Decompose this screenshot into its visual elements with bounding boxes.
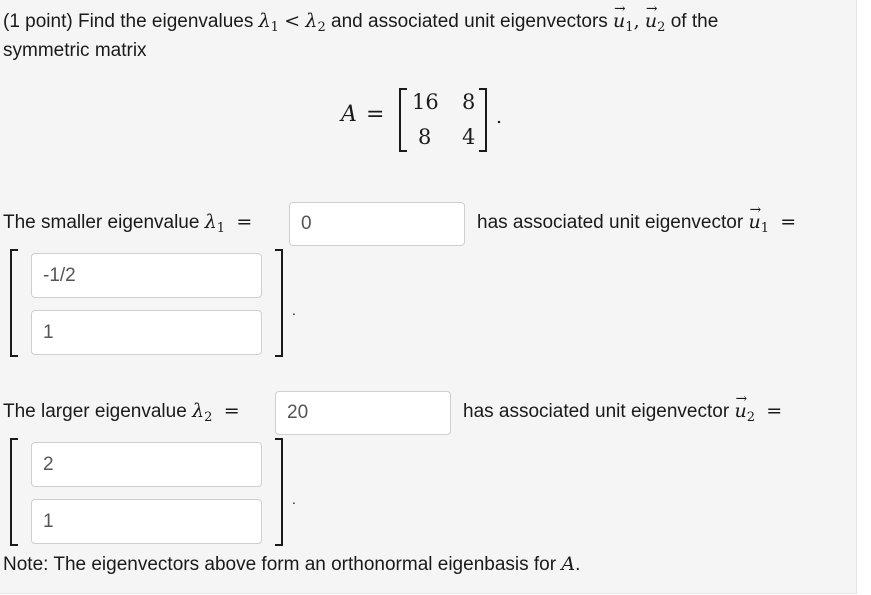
lambda1-symbol: λ1 [258,10,279,35]
vector1-component-2-input[interactable]: 1 [31,310,262,355]
u2-vector-symbol: u2 [645,0,666,35]
u1-vector-symbol: u1 [748,199,769,236]
matrix-equals: = [366,102,385,127]
vector2-right-bracket [275,438,283,546]
smaller-eigenvalue-label: The smaller eigenvalue λ1 = [3,211,253,236]
question-line-1: (1 point) Find the eigenvalues λ1 < λ2 a… [3,0,719,39]
matrix-cell: 4 [462,125,476,149]
vector1-component-1-input[interactable]: -1/2 [31,253,262,298]
matrix-name: A [341,102,357,127]
u1-vector-symbol: u1 [613,0,634,35]
lambda1-symbol: λ1 [204,211,226,236]
vector1-left-bracket [10,249,18,357]
vector1-period: . [292,302,296,318]
question-mid-text: and associated unit eigenvectors [331,11,608,32]
smaller-assoc-label: has associated unit eigenvector u1 = [477,199,796,240]
matrix-left-bracket [399,88,407,152]
less-than-symbol: < [284,10,301,32]
larger-eigenvalue-input[interactable]: 20 [275,391,451,435]
comma: , [633,10,640,32]
matrix-cell: 8 [418,125,432,149]
smaller-eigenvalue-input[interactable]: 0 [289,202,465,246]
matrix-period: . [496,106,503,128]
vector1-right-bracket [275,249,283,357]
larger-eigenvalue-label: The larger eigenvalue λ2 = [3,400,240,425]
matrix-right-bracket [479,88,487,152]
matrix-cell: 16 [412,90,439,114]
lambda2-symbol: λ2 [192,400,213,425]
u2-vector-symbol: u2 [734,388,755,425]
vector2-left-bracket [10,438,18,546]
matrix-cell: 8 [462,90,476,114]
note-matrix-name: A [561,553,576,575]
lambda2-symbol: λ2 [305,10,326,35]
note-text: Note: The eigenvectors above form an ort… [3,553,581,575]
vector2-component-1-input[interactable]: 2 [31,442,262,487]
question-line-2: symmetric matrix [3,40,147,61]
question-intro: (1 point) Find the eigenvalues [3,11,254,32]
question-end-text: of the [670,11,719,32]
vector2-period: . [292,491,296,507]
vector2-component-2-input[interactable]: 1 [31,499,262,544]
larger-assoc-label: has associated unit eigenvector u2 = [463,388,782,429]
